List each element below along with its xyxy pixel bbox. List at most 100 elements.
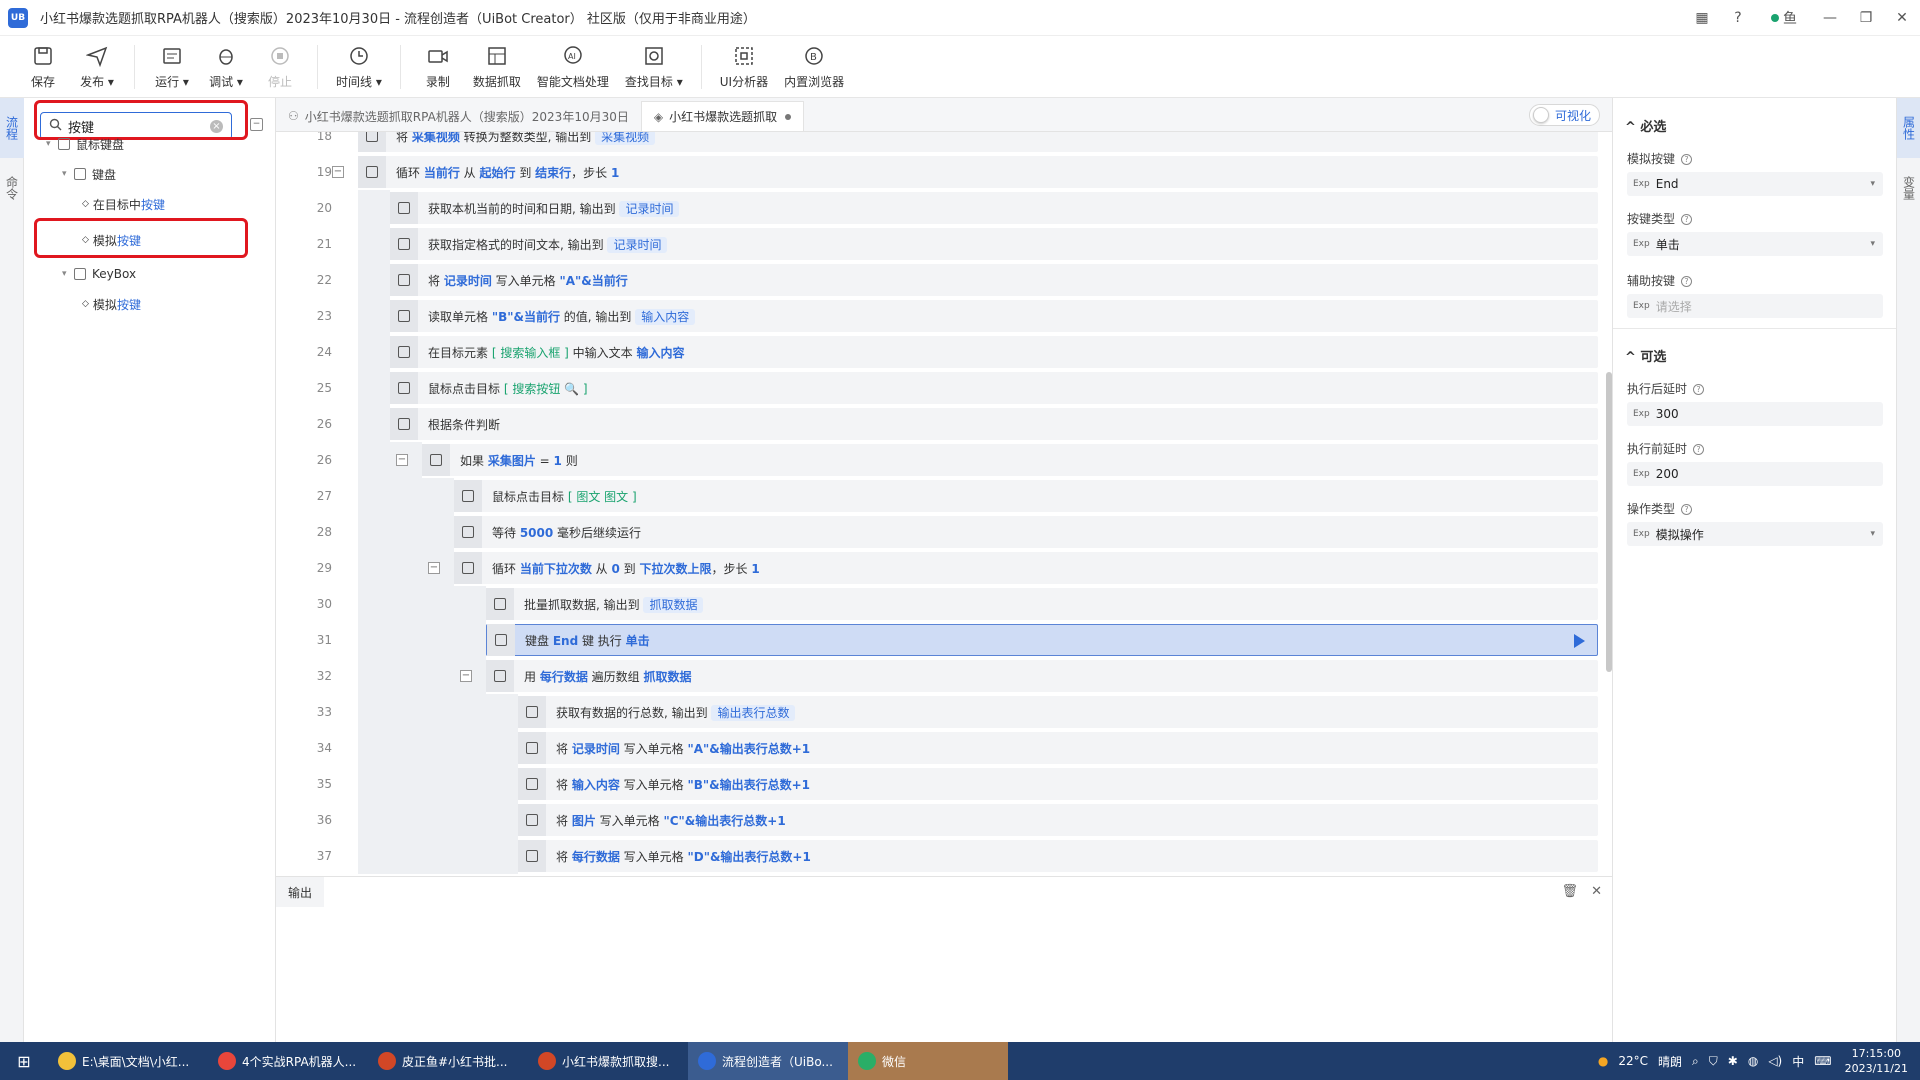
- clock[interactable]: 17:15:00 2023/11/21: [1845, 1046, 1908, 1076]
- delay-before-input[interactable]: Exp 200: [1627, 462, 1883, 486]
- collapse-all-icon[interactable]: −: [250, 118, 263, 131]
- code-row[interactable]: 34 将 记录时间 写入单元格 "A"&输出表行总数+1: [276, 730, 1606, 766]
- selected-command-block[interactable]: 键盘 End 键 执行 单击: [486, 624, 1598, 656]
- command-block[interactable]: 根据条件判断: [390, 408, 1598, 440]
- fold-toggle-icon[interactable]: −: [332, 166, 344, 178]
- data-scrape-button[interactable]: 数据抓取: [465, 38, 529, 96]
- code-row[interactable]: 30 批量抓取数据, 输出到 抓取数据: [276, 586, 1606, 622]
- command-block[interactable]: 循环 当前行 从 起始行 到 结束行，步长 1: [358, 156, 1598, 188]
- code-row[interactable]: 19− 循环 当前行 从 起始行 到 结束行，步长 1: [276, 154, 1606, 190]
- fold-toggle-icon[interactable]: −: [428, 562, 440, 574]
- code-row[interactable]: 20 获取本机当前的时间和日期, 输出到 记录时间: [276, 190, 1606, 226]
- command-block[interactable]: 鼠标点击目标 [ 搜索按钮 🔍 ]: [390, 372, 1598, 404]
- code-row[interactable]: 26 − 如果 采集图片 = 1 则: [276, 442, 1606, 478]
- user-menu[interactable]: 鱼: [1756, 0, 1812, 36]
- play-icon[interactable]: [1574, 634, 1585, 648]
- command-block[interactable]: 将 采集视频 转换为整数类型, 输出到 采集视频: [358, 132, 1598, 152]
- command-block[interactable]: 将 图片 写入单元格 "C"&输出表行总数+1: [518, 804, 1598, 836]
- command-block[interactable]: 用 每行数据 遍历数组 抓取数据: [486, 660, 1598, 692]
- tree-command-target-key[interactable]: ◇ 在目标中 按键: [82, 192, 165, 216]
- command-block[interactable]: 读取单元格 "B"&当前行 的值, 输出到 输入内容: [390, 300, 1598, 332]
- code-row[interactable]: 23 读取单元格 "B"&当前行 的值, 输出到 输入内容: [276, 298, 1606, 334]
- output-tab[interactable]: 输出: [276, 877, 324, 907]
- optional-section-header[interactable]: ^ 可选: [1625, 346, 1666, 365]
- command-block[interactable]: 批量抓取数据, 输出到 抓取数据: [486, 588, 1598, 620]
- command-block[interactable]: 循环 当前下拉次数 从 0 到 下拉次数上限，步长 1: [454, 552, 1598, 584]
- volume-icon[interactable]: ◁): [1768, 1054, 1782, 1068]
- code-row[interactable]: 27 鼠标点击目标 [ 图文 图文 ]: [276, 478, 1606, 514]
- taskbar-item[interactable]: 小红书爆款抓取搜...: [528, 1042, 688, 1080]
- tree-command-keybox-simulate-key[interactable]: ◇ 模拟 按键: [82, 292, 141, 316]
- command-block[interactable]: 将 输入内容 写入单元格 "B"&输出表行总数+1: [518, 768, 1598, 800]
- close-icon[interactable]: ✕: [1591, 884, 1602, 899]
- code-row[interactable]: 25 鼠标点击目标 [ 搜索按钮 🔍 ]: [276, 370, 1606, 406]
- help-icon[interactable]: ?: [1693, 384, 1705, 395]
- weather-icon[interactable]: ●: [1598, 1054, 1608, 1068]
- key-type-select[interactable]: Exp 单击 ▾: [1627, 232, 1883, 256]
- help-icon[interactable]: ?: [1681, 214, 1693, 225]
- taskbar-item[interactable]: E:\桌面\文档\小红...: [48, 1042, 208, 1080]
- stop-button[interactable]: 停止: [253, 38, 307, 96]
- help-icon[interactable]: ?: [1681, 154, 1693, 165]
- tab-flow-block[interactable]: ◈ 小红书爆款选题抓取: [640, 101, 805, 131]
- ime-indicator[interactable]: 中: [1792, 1053, 1804, 1070]
- command-block[interactable]: 鼠标点击目标 [ 图文 图文 ]: [454, 480, 1598, 512]
- code-row[interactable]: 31 键盘 End 键 执行 单击: [276, 622, 1606, 658]
- bluetooth-icon[interactable]: ✱: [1728, 1054, 1738, 1068]
- command-block[interactable]: 在目标元素 [ 搜索输入框 ] 中输入文本 输入内容: [390, 336, 1598, 368]
- trash-icon[interactable]: 🗑: [1561, 884, 1578, 899]
- fold-toggle-icon[interactable]: −: [396, 454, 408, 466]
- tab-flow[interactable]: 流程: [0, 98, 24, 158]
- code-row[interactable]: 29 − 循环 当前下拉次数 从 0 到 下拉次数上限，步长 1: [276, 550, 1606, 586]
- code-row[interactable]: 35 将 输入内容 写入单元格 "B"&输出表行总数+1: [276, 766, 1606, 802]
- help-icon[interactable]: ?: [1681, 276, 1693, 287]
- command-block[interactable]: 获取本机当前的时间和日期, 输出到 记录时间: [390, 192, 1598, 224]
- publish-button[interactable]: 发布 ▾: [70, 38, 124, 96]
- tree-category-keybox[interactable]: ▾ KeyBox: [62, 262, 136, 286]
- code-row[interactable]: 18 将 采集视频 转换为整数类型, 输出到 采集视频: [276, 132, 1606, 154]
- smart-doc-button[interactable]: AI 智能文档处理: [529, 38, 617, 96]
- close-button[interactable]: ✕: [1884, 0, 1920, 36]
- tray-search-icon[interactable]: ⌕: [1692, 1054, 1699, 1069]
- code-row[interactable]: 21 获取指定格式的时间文本, 输出到 记录时间: [276, 226, 1606, 262]
- record-button[interactable]: 录制: [411, 38, 465, 96]
- windows-start-icon[interactable]: ⊞: [0, 1042, 48, 1080]
- code-row[interactable]: 36 将 图片 写入单元格 "C"&输出表行总数+1: [276, 802, 1606, 838]
- tab-properties[interactable]: 属性: [1897, 98, 1920, 158]
- ui-analyzer-button[interactable]: UI分析器: [712, 38, 776, 96]
- command-block[interactable]: 获取有数据的行总数, 输出到 输出表行总数: [518, 696, 1598, 728]
- help-icon[interactable]: ?: [1693, 444, 1705, 455]
- find-target-button[interactable]: 查找目标 ▾: [617, 38, 691, 96]
- timeline-button[interactable]: 时间线 ▾: [328, 38, 390, 96]
- command-block[interactable]: 将 记录时间 写入单元格 "A"&输出表行总数+1: [518, 732, 1598, 764]
- command-block[interactable]: 如果 采集图片 = 1 则: [422, 444, 1598, 476]
- sim-key-select[interactable]: Exp End ▾: [1627, 172, 1883, 196]
- taskbar-item[interactable]: 流程创造者（UiBo...: [688, 1042, 848, 1080]
- restore-button[interactable]: ❐: [1848, 0, 1884, 36]
- code-editor[interactable]: 18 将 采集视频 转换为整数类型, 输出到 采集视频 19− 循环 当前行 从 起始…: [276, 132, 1612, 876]
- required-section-header[interactable]: ^ 必选: [1625, 116, 1666, 135]
- command-block[interactable]: 获取指定格式的时间文本, 输出到 记录时间: [390, 228, 1598, 260]
- aux-key-select[interactable]: Exp 请选择: [1627, 294, 1883, 318]
- command-block[interactable]: 将 记录时间 写入单元格 "A"&当前行: [390, 264, 1598, 296]
- help-icon[interactable]: ?: [1681, 504, 1693, 515]
- browser-button[interactable]: B 内置浏览器: [776, 38, 852, 96]
- help-icon[interactable]: ?: [1720, 0, 1756, 36]
- taskbar-item[interactable]: 4个实战RPA机器人...: [208, 1042, 368, 1080]
- save-button[interactable]: 保存: [16, 38, 70, 96]
- code-row[interactable]: 22 将 记录时间 写入单元格 "A"&当前行: [276, 262, 1606, 298]
- tab-variables[interactable]: 变量: [1897, 158, 1920, 218]
- tree-command-simulate-key[interactable]: ◇ 模拟 按键: [82, 228, 141, 252]
- minimize-button[interactable]: —: [1812, 0, 1848, 36]
- tree-category-keyboard[interactable]: ▾ 键盘: [62, 162, 116, 186]
- tab-project[interactable]: ⚇ 小红书爆款选题抓取RPA机器人（搜索版）2023年10月30日: [276, 101, 641, 131]
- taskbar-item[interactable]: 微信: [848, 1042, 1008, 1080]
- debug-button[interactable]: 调试 ▾: [199, 38, 253, 96]
- delay-after-input[interactable]: Exp 300: [1627, 402, 1883, 426]
- keyboard-icon[interactable]: ⌨: [1814, 1054, 1831, 1068]
- command-block[interactable]: 等待 5000 毫秒后继续运行: [454, 516, 1598, 548]
- layout-icon[interactable]: ▦: [1684, 0, 1720, 36]
- code-row[interactable]: 24 在目标元素 [ 搜索输入框 ] 中输入文本 输入内容: [276, 334, 1606, 370]
- wechat-tray-icon[interactable]: ◍: [1748, 1054, 1758, 1068]
- code-row[interactable]: 37 将 每行数据 写入单元格 "D"&输出表行总数+1: [276, 838, 1606, 874]
